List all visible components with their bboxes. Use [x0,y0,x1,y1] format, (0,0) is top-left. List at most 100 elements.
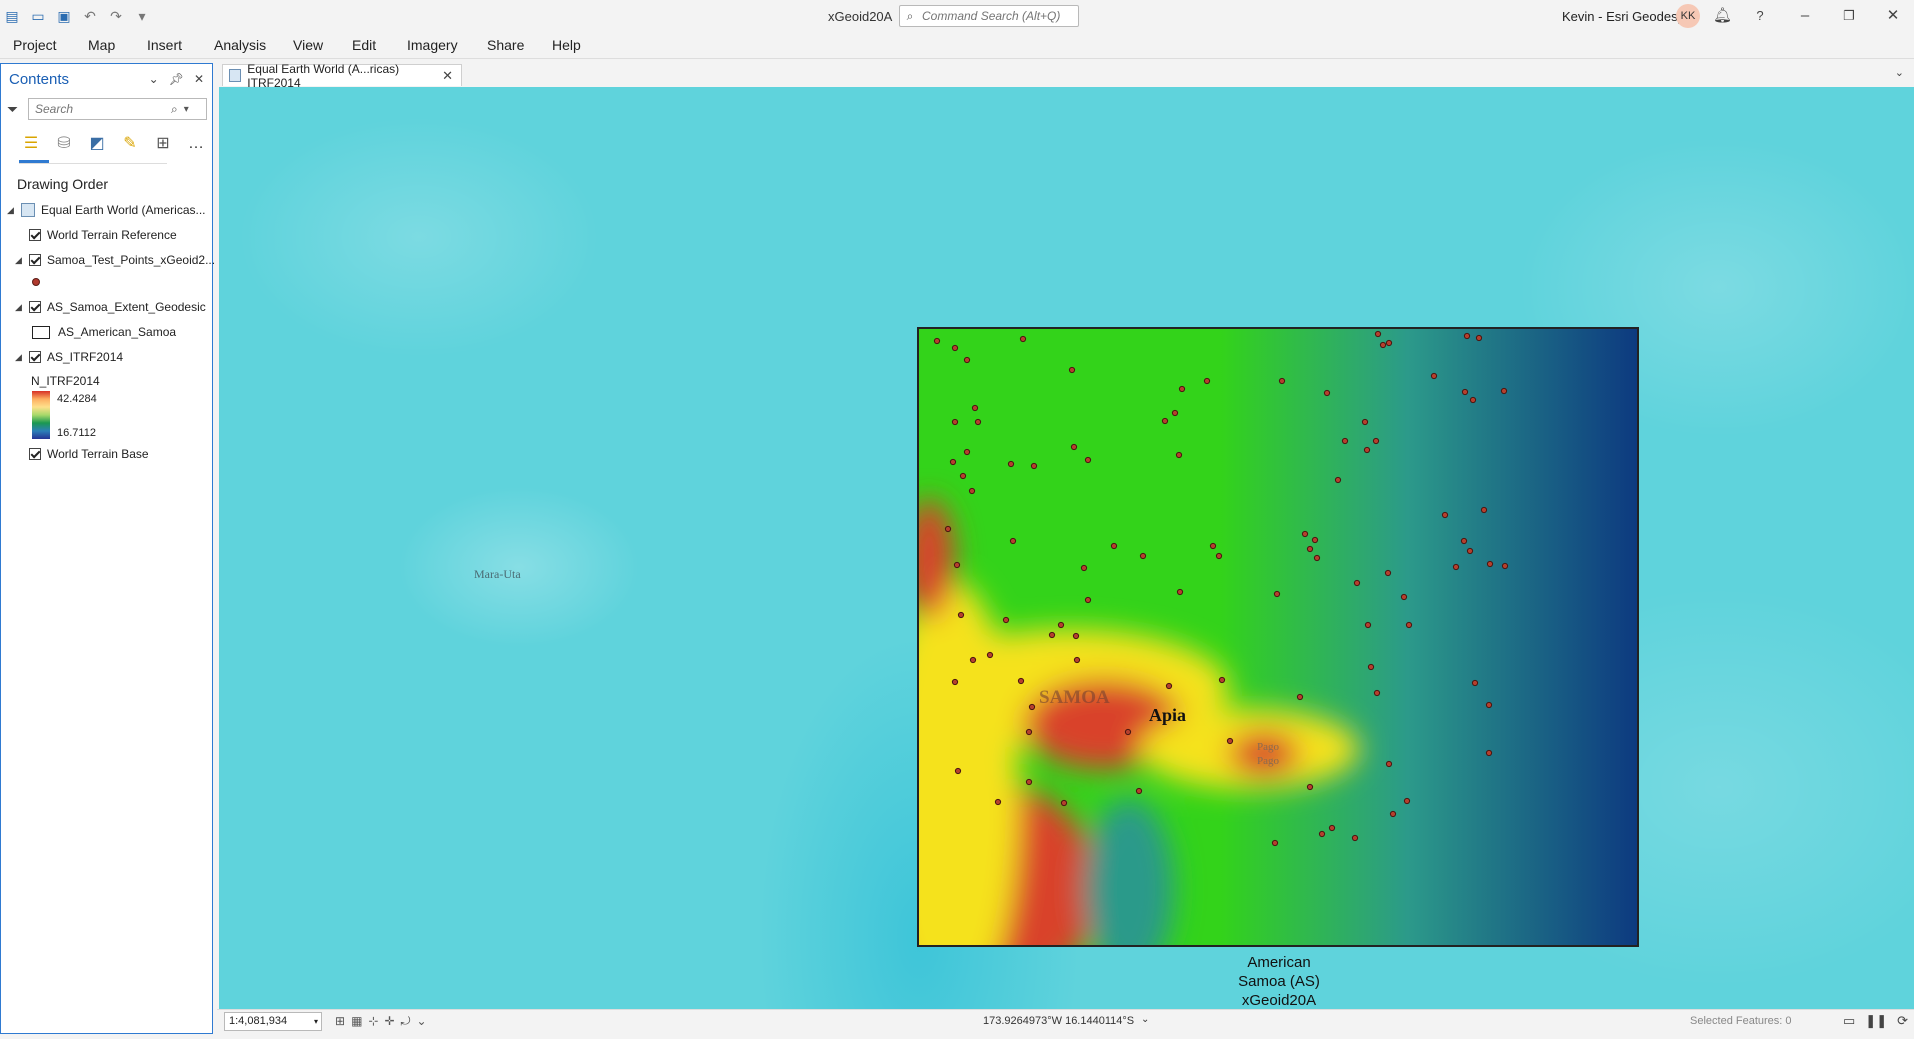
visibility-checkbox[interactable] [29,254,41,266]
layer-test-points[interactable]: ◢ Samoa_Test_Points_xGeoid2... [15,250,215,270]
bell-icon[interactable]: 🔔︎ [1713,7,1732,25]
new-project-icon[interactable]: ▤ [4,8,20,24]
test-point[interactable] [1363,446,1371,454]
open-project-icon[interactable]: ▭ [30,8,46,24]
chevron-down-icon[interactable]: ⌄ [149,72,159,86]
filter-icon[interactable]: ⏷ [7,101,18,118]
test-point[interactable] [1218,676,1226,684]
test-point[interactable] [1475,334,1483,342]
test-point[interactable] [1373,689,1381,697]
test-point[interactable] [1203,377,1211,385]
test-point[interactable] [1430,372,1438,380]
visibility-checkbox[interactable] [29,448,41,460]
test-point[interactable] [1341,437,1349,445]
test-point[interactable] [1500,387,1508,395]
more-icon[interactable]: … [186,134,206,154]
test-point[interactable] [968,487,976,495]
test-point[interactable] [933,337,941,345]
test-point[interactable] [1057,621,1065,629]
command-search-input[interactable] [920,8,1074,24]
test-point[interactable] [994,798,1002,806]
test-point[interactable] [963,448,971,456]
command-search[interactable]: ⌕ [899,5,1079,27]
chevron-down-icon[interactable]: ⌄ [1895,66,1904,79]
test-point[interactable] [1486,560,1494,568]
test-point[interactable] [949,458,957,466]
layer-map[interactable]: ◢ Equal Earth World (Americas... [7,200,206,220]
test-point[interactable] [1080,564,1088,572]
test-point[interactable] [974,418,982,426]
test-point[interactable] [1403,797,1411,805]
avatar[interactable]: KK [1676,4,1700,28]
test-point[interactable] [1461,388,1469,396]
minimize-icon[interactable]: – [1796,7,1814,25]
test-point[interactable] [1485,701,1493,709]
layer-world-terrain-base[interactable]: World Terrain Base [29,444,149,464]
test-point[interactable] [1278,377,1286,385]
save-project-icon[interactable]: ▣ [56,8,72,24]
contents-search-input[interactable] [33,101,167,117]
test-point[interactable] [1176,588,1184,596]
snapping-icon[interactable]: ⊹ [368,1014,378,1029]
test-point[interactable] [1318,830,1326,838]
test-point[interactable] [1009,537,1017,545]
test-point[interactable] [1463,332,1471,340]
test-point[interactable] [1002,616,1010,624]
test-point[interactable] [1384,569,1392,577]
test-point[interactable] [1361,418,1369,426]
chevron-down-icon[interactable]: ▾ [184,104,189,115]
test-point[interactable] [1469,396,1477,404]
customize-toolbar-icon[interactable]: ▾ [134,8,150,24]
contents-search[interactable]: ⌕ ▾ [28,98,207,120]
test-point[interactable] [1124,728,1132,736]
test-point[interactable] [951,418,959,426]
editing-icon[interactable]: ✎ [120,134,140,154]
test-point[interactable] [1400,593,1408,601]
test-point[interactable] [1471,679,1479,687]
test-point[interactable] [1072,632,1080,640]
test-point[interactable] [1171,409,1179,417]
test-point[interactable] [1306,783,1314,791]
test-point[interactable] [1364,621,1372,629]
test-point[interactable] [1226,737,1234,745]
expand-icon[interactable]: ◢ [15,352,25,363]
test-point[interactable] [1030,462,1038,470]
tab-share[interactable]: Share [487,37,524,53]
test-point[interactable] [1139,552,1147,560]
test-point[interactable] [1048,631,1056,639]
test-point[interactable] [959,472,967,480]
pin-icon[interactable]: 📌︎ [169,72,184,86]
raster-extent[interactable]: SAMOA Apia Pago Pago [917,327,1639,947]
tab-analysis[interactable]: Analysis [214,37,266,53]
test-point[interactable] [1466,547,1474,555]
grid-icon[interactable]: ⊞ [335,1014,345,1029]
test-point[interactable] [1084,596,1092,604]
test-point[interactable] [1068,366,1076,374]
restore-icon[interactable]: ❐ [1840,7,1858,25]
test-point[interactable] [1025,728,1033,736]
visibility-checkbox[interactable] [29,301,41,313]
chevron-down-icon[interactable]: ⌄ [1141,1014,1149,1025]
test-point[interactable] [1460,537,1468,545]
tab-help[interactable]: Help [552,37,581,53]
test-point[interactable] [1178,385,1186,393]
test-point[interactable] [953,561,961,569]
chevron-down-icon[interactable]: ▾ [314,1013,318,1030]
table-icon[interactable]: ▦ [351,1014,362,1029]
test-point[interactable] [1215,552,1223,560]
test-point[interactable] [1135,787,1143,795]
test-point[interactable] [1060,799,1068,807]
tab-imagery[interactable]: Imagery [407,37,458,53]
test-point[interactable] [1017,677,1025,685]
test-point[interactable] [1306,545,1314,553]
close-icon[interactable]: ✕ [1884,7,1902,25]
map-view[interactable]: Mara-Uta SAMOA Apia Pago Pago American S… [219,87,1914,1009]
test-point[interactable] [1070,443,1078,451]
test-point[interactable] [1334,476,1342,484]
test-point[interactable] [1028,703,1036,711]
visibility-checkbox[interactable] [29,229,41,241]
selection-icon[interactable]: ◩ [87,134,107,154]
test-point[interactable] [1273,590,1281,598]
test-point[interactable] [954,767,962,775]
test-point[interactable] [1379,341,1387,349]
